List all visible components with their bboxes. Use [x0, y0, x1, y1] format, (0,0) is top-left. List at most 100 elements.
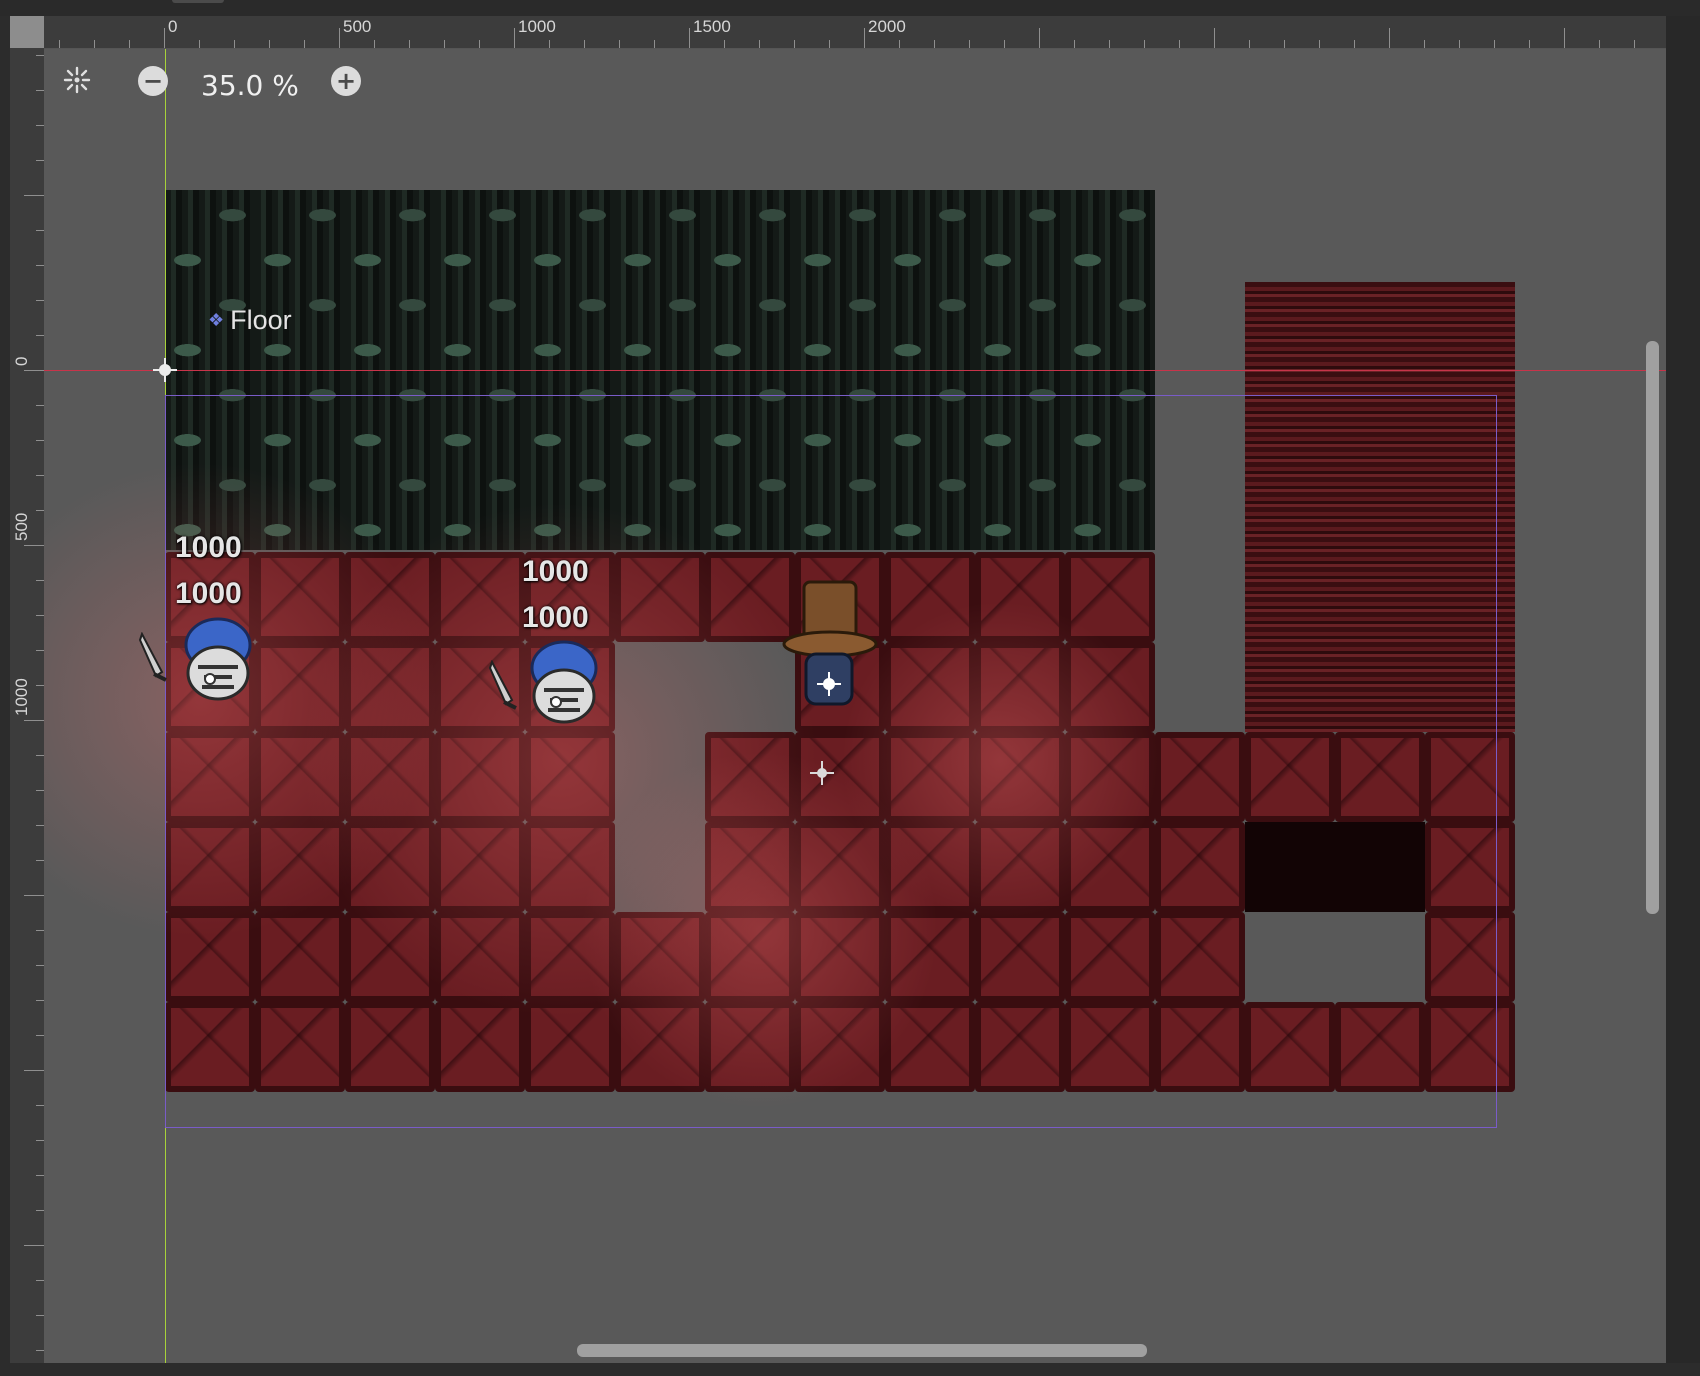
wall-tile [345, 190, 435, 280]
ruler-tick [1564, 28, 1565, 48]
wall-tile [795, 190, 885, 280]
left-panel-edge [0, 16, 10, 1363]
ruler-tick [864, 28, 865, 48]
horizontal-scrollbar[interactable] [577, 1344, 1147, 1357]
ruler-tick [1424, 40, 1425, 48]
ruler-tick [36, 405, 44, 406]
ruler-tick [36, 335, 44, 336]
ruler-tick [36, 615, 44, 616]
ruler-top-label: 500 [343, 17, 372, 36]
unit-1-hp-top: 1000 [175, 531, 242, 564]
scene-viewport[interactable]: − 35.0 % + ❖ Floor 1000 1000 1000 1000 [44, 49, 1666, 1363]
ruler-top-label: 1000 [518, 17, 556, 36]
ruler-tick [969, 40, 970, 48]
spawn-point-gizmo[interactable] [810, 761, 834, 785]
ruler-left-label: 1000 [12, 678, 31, 716]
ruler-tick [36, 1140, 44, 1141]
wall-tile [165, 190, 255, 280]
wall-tile [525, 280, 615, 370]
ruler-tick [339, 28, 340, 48]
ruler-tick [24, 720, 44, 721]
ruler-tick [36, 650, 44, 651]
wall-tile [525, 190, 615, 280]
wall-tile [435, 280, 525, 370]
ruler-tick [36, 580, 44, 581]
ruler-tick [36, 860, 44, 861]
ruler-tick [94, 40, 95, 48]
sword-icon [138, 631, 168, 682]
ruler-tick [1039, 28, 1040, 48]
plank-wall-tile [1245, 282, 1335, 327]
ruler-tick [36, 1280, 44, 1281]
zoom-level-label[interactable]: 35.0 % [201, 69, 299, 102]
wall-tile [615, 190, 705, 280]
ruler-tick [36, 790, 44, 791]
ruler-tick [374, 40, 375, 48]
ruler-tick [36, 930, 44, 931]
ruler-tick [1459, 40, 1460, 48]
ruler-tick [1319, 40, 1320, 48]
ruler-tick [36, 300, 44, 301]
vertical-scrollbar[interactable] [1646, 341, 1659, 914]
plank-wall-tile [1425, 327, 1515, 372]
ruler-tick [36, 265, 44, 266]
ruler-tick [514, 28, 515, 48]
ruler-tick [1144, 40, 1145, 48]
ruler-tick [234, 40, 235, 48]
ruler-left-label: 0 [12, 356, 31, 366]
wall-tile [1065, 280, 1155, 370]
plank-wall-tile [1335, 327, 1425, 372]
skeleton-knight-2[interactable] [524, 638, 604, 728]
ruler-tick [24, 895, 44, 896]
ruler-tick [36, 1000, 44, 1001]
plank-wall-tile [1335, 282, 1425, 327]
ruler-top-label: 0 [168, 17, 178, 36]
ruler-tick [1074, 40, 1075, 48]
ruler-tick [759, 40, 760, 48]
ruler-tick [24, 195, 44, 196]
ruler-tick [36, 755, 44, 756]
zoom-out-button[interactable]: − [138, 66, 168, 96]
ruler-tick [1284, 40, 1285, 48]
ruler-tick [1214, 28, 1215, 48]
center-view-icon[interactable] [62, 65, 92, 95]
ruler-top-label: 2000 [868, 17, 906, 36]
ruler-corner[interactable] [10, 16, 44, 48]
ruler-tick [1389, 28, 1390, 48]
ruler-tick [36, 1210, 44, 1211]
wall-tile [255, 190, 345, 280]
ruler-tick [619, 40, 620, 48]
ruler-tick [1494, 40, 1495, 48]
origin-gizmo[interactable] [153, 358, 177, 382]
ruler-tick [1179, 40, 1180, 48]
unit-2-hp-bottom: 1000 [522, 601, 589, 634]
ruler-tick [269, 40, 270, 48]
skeleton-knight-1[interactable] [178, 615, 258, 705]
horizontal-ruler[interactable]: 0 500 1000 1500 2000 [44, 16, 1666, 49]
ruler-tick [36, 1350, 44, 1351]
top-strip [0, 0, 1700, 16]
top-hat-player[interactable] [782, 580, 882, 720]
ruler-tick [36, 440, 44, 441]
ruler-tick [36, 1175, 44, 1176]
ruler-top-label: 1500 [693, 17, 731, 36]
ruler-tick [689, 28, 690, 48]
ruler-tick [36, 1035, 44, 1036]
editor-tab-nub[interactable] [172, 0, 224, 3]
ruler-tick [654, 40, 655, 48]
wall-tile [1065, 190, 1155, 280]
ruler-tick [199, 40, 200, 48]
ruler-tick [1599, 40, 1600, 48]
ruler-tick [899, 40, 900, 48]
zoom-in-button[interactable]: + [331, 66, 361, 96]
ruler-tick [36, 685, 44, 686]
ruler-tick [724, 40, 725, 48]
ruler-tick [36, 475, 44, 476]
ruler-tick [479, 40, 480, 48]
ruler-tick [444, 40, 445, 48]
ruler-tick [129, 40, 130, 48]
wall-tile [615, 280, 705, 370]
vertical-ruler[interactable]: 0 500 1000 [10, 48, 45, 1363]
floor-node-label: ❖ Floor [208, 305, 292, 336]
ruler-tick [794, 40, 795, 48]
